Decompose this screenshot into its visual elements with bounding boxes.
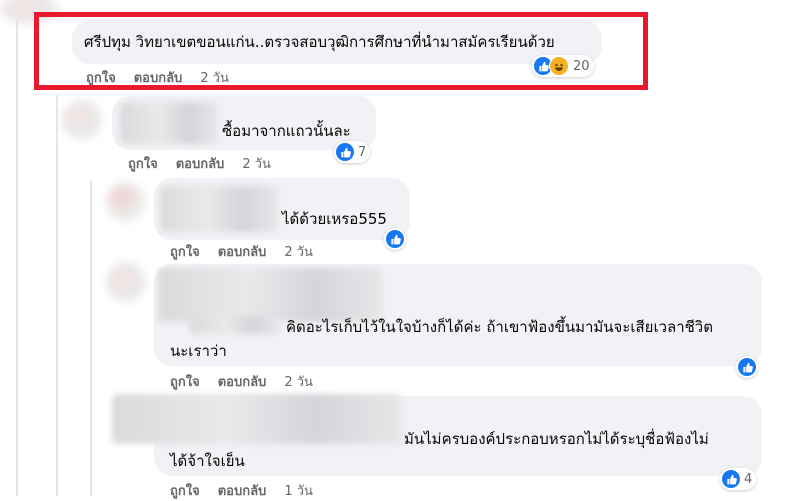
like-icon — [386, 230, 404, 248]
like-button[interactable]: ถูกใจ — [170, 484, 200, 499]
timestamp[interactable]: 2 วัน — [242, 157, 271, 172]
redacted-name — [160, 186, 278, 232]
timestamp[interactable]: 2 วัน — [284, 375, 313, 390]
reaction-summary[interactable] — [384, 228, 406, 250]
comment-text: มันไม่ครบองค์ประกอบหรอกไม่ได้ระบุชื่อฟ้อ… — [404, 430, 709, 448]
redacted-name — [120, 102, 218, 144]
reply-button[interactable]: ตอบกลับ — [218, 245, 267, 260]
thread-line — [16, 0, 18, 496]
redacted-name — [190, 316, 280, 334]
like-icon — [738, 358, 756, 376]
like-button[interactable]: ถูกใจ — [128, 157, 158, 172]
reply-button[interactable]: ตอบกลับ — [176, 157, 225, 172]
redacted-name — [112, 394, 402, 444]
highlight-box — [34, 12, 648, 90]
thread-line — [56, 95, 58, 496]
avatar[interactable] — [62, 100, 102, 140]
comment-text: ได้ด้วยเหรอ555 — [282, 210, 387, 228]
timestamp[interactable]: 1 วัน — [284, 484, 313, 499]
reaction-summary[interactable] — [736, 356, 758, 378]
comment-text: ได้จ้าใจเย็น — [170, 452, 245, 470]
reaction-count: 4 — [744, 471, 753, 487]
reaction-summary[interactable]: 7 — [334, 141, 371, 163]
avatar[interactable] — [106, 182, 146, 222]
comment-actions: ถูกใจ ตอบกลับ 2 วัน — [170, 241, 331, 262]
reply-button[interactable]: ตอบกลับ — [218, 375, 267, 390]
avatar[interactable] — [106, 262, 146, 302]
comment-actions: ถูกใจ ตอบกลับ 2 วัน — [170, 371, 331, 392]
reply-button[interactable]: ตอบกลับ — [218, 484, 267, 499]
like-icon — [336, 143, 354, 161]
reaction-summary[interactable]: 4 — [720, 468, 757, 490]
comment-text: นะเราว่า — [170, 342, 227, 360]
redacted-name — [158, 268, 382, 322]
comment-actions: ถูกใจ ตอบกลับ 2 วัน — [128, 153, 289, 174]
like-button[interactable]: ถูกใจ — [170, 375, 200, 390]
like-button[interactable]: ถูกใจ — [170, 245, 200, 260]
comment-text: ซื้อมาจากแถวนั้นละ — [222, 122, 351, 140]
timestamp[interactable]: 2 วัน — [284, 245, 313, 260]
like-icon — [722, 470, 740, 488]
comment-text: คิดอะไรเก็บไว้ในใจบ้างก็ได้ค่ะ ถ้าเขาฟ้อ… — [286, 318, 713, 336]
reaction-count: 7 — [358, 144, 367, 160]
thread-line — [90, 180, 92, 496]
comment-actions: ถูกใจ ตอบกลับ 1 วัน — [170, 480, 331, 501]
